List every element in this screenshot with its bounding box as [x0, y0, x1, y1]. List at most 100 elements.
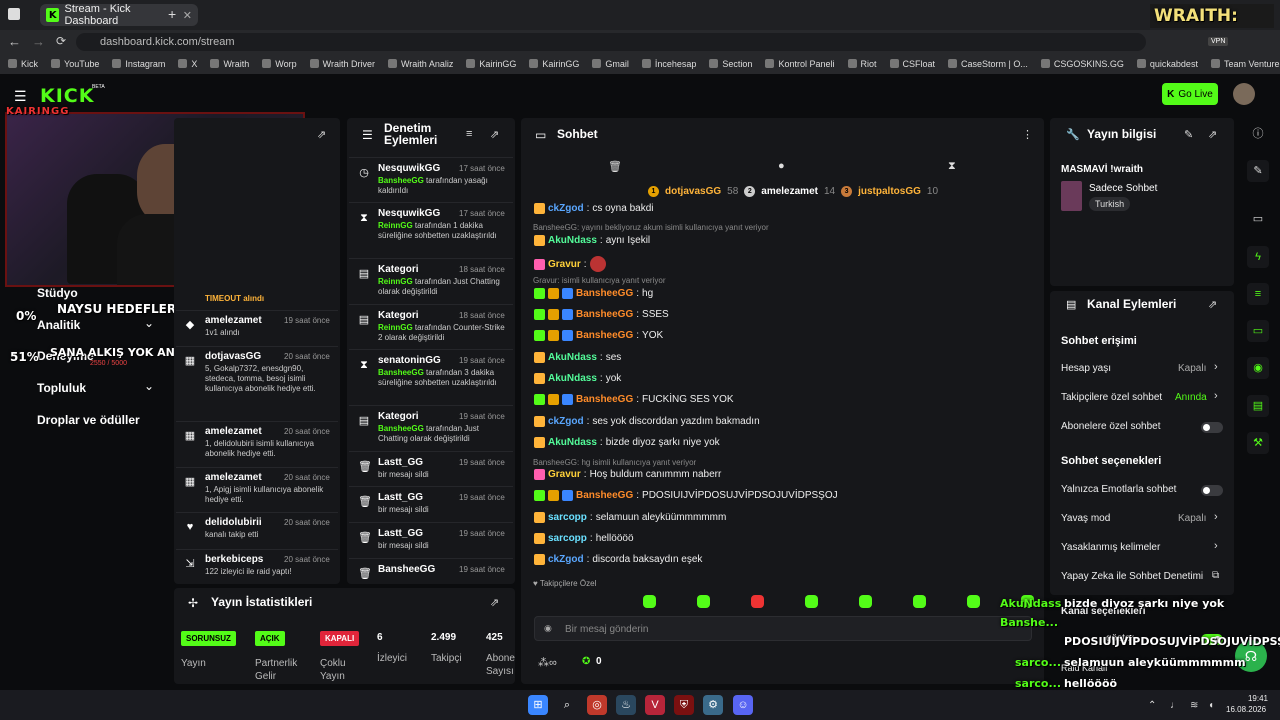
bookmark-item[interactable]: CSFloat — [889, 59, 935, 69]
slow-mode-label[interactable]: Yavaş mod — [1061, 513, 1110, 524]
followers-chat-label[interactable]: Takipçilere özel sohbet — [1061, 392, 1162, 403]
chevron-right-icon[interactable]: › — [1214, 361, 1218, 373]
bookmark-item[interactable]: Kontrol Paneli — [765, 59, 835, 69]
hourglass-icon[interactable]: ⧗ — [948, 160, 956, 173]
chat-message[interactable]: ckZgod: discorda baksaydın eşek — [534, 554, 702, 565]
chevron-down-icon[interactable]: ⌄ — [144, 316, 154, 330]
mod-action-user[interactable]: Lastt_GG — [378, 457, 423, 468]
clock-date[interactable]: 16.08.2026 — [1226, 705, 1266, 714]
bookmark-item[interactable]: Section — [709, 59, 752, 69]
activity-user[interactable]: amelezamet — [205, 472, 262, 483]
broadcast-icon[interactable]: ◉ — [1247, 357, 1269, 379]
popout-icon[interactable]: ⇗ — [490, 596, 499, 609]
chat-username[interactable]: BansheeGG — [576, 309, 633, 320]
volume-icon[interactable]: ◖ — [1208, 700, 1214, 711]
bookmark-item[interactable]: YouTube — [51, 59, 99, 69]
info-icon[interactable]: ⓘ — [1247, 123, 1269, 145]
chat-message[interactable]: sarcopp: hellöööö — [534, 533, 634, 544]
chat-username[interactable]: sarcopp — [548, 512, 587, 523]
mod-action-user[interactable]: Lastt_GG — [378, 528, 423, 539]
clock-time[interactable]: 19:41 — [1240, 694, 1268, 703]
mod-action-user[interactable]: Kategori — [378, 264, 419, 275]
chat-username[interactable]: AkuNdass — [548, 235, 597, 246]
browser-menu-icon[interactable] — [8, 8, 20, 20]
chat-message[interactable]: BansheeGG: FUCKİNG SES YOK — [534, 394, 734, 405]
chat-username[interactable]: sarcopp — [548, 533, 587, 544]
chat-message[interactable]: ckZgod: ses yok discorddan yazdım bakmadı… — [534, 416, 760, 427]
bookmark-item[interactable]: KairinGG — [466, 59, 516, 69]
nav-community[interactable]: Topluluk — [37, 381, 86, 395]
leader2-name[interactable]: amelezamet — [761, 186, 818, 197]
chat-username[interactable]: AkuNdass — [548, 352, 597, 363]
chat-username[interactable]: Gravur — [548, 259, 581, 270]
account-age-value[interactable]: Kapalı — [1178, 363, 1206, 374]
nav-studio[interactable]: Stüdyo — [37, 286, 78, 300]
moderator-name[interactable]: BansheeGG — [378, 176, 424, 185]
chat-username[interactable]: ckZgod — [548, 203, 584, 214]
chat-username[interactable]: ckZgod — [548, 416, 584, 427]
chat-username[interactable]: BansheeGG — [576, 490, 633, 501]
moderator-name[interactable]: ReinnGG — [378, 277, 413, 286]
more-options-icon[interactable]: ⋮ — [1022, 128, 1033, 141]
emote-icon[interactable] — [751, 595, 764, 608]
popout-icon[interactable]: ⇗ — [1208, 128, 1217, 141]
slow-mode-value[interactable]: Kapalı — [1178, 513, 1206, 524]
url-field[interactable]: dashboard.kick.com/stream — [76, 33, 1146, 51]
edit-icon[interactable]: ✎ — [1184, 128, 1193, 141]
settings-icon[interactable]: ⚙ — [703, 695, 723, 715]
chat-username[interactable]: BansheeGG — [576, 288, 633, 299]
emote-icon[interactable] — [913, 595, 926, 608]
chat-message[interactable]: BansheeGG: hg — [534, 288, 653, 299]
category-name[interactable]: Sadece Sohbet — [1089, 183, 1157, 194]
chat-message[interactable]: AkuNdass: bizde diyoz şarkı niye yok — [534, 437, 720, 448]
moderator-name[interactable]: BansheeGG — [378, 424, 424, 433]
external-link-icon[interactable]: ⧉ — [1212, 570, 1219, 581]
account-age-label[interactable]: Hesap yaşı — [1061, 363, 1111, 374]
steam-icon[interactable]: ♨ — [616, 695, 636, 715]
banned-words-label[interactable]: Yasaklanmış kelimeler — [1061, 542, 1160, 553]
bolt-icon[interactable]: ϟ — [1247, 246, 1269, 268]
mod-action-user[interactable]: senatoninGG — [378, 355, 441, 366]
filter-icon[interactable]: ≡ — [466, 128, 472, 140]
emote-icon[interactable] — [859, 595, 872, 608]
channel-points-icon[interactable]: ⁂∞ — [538, 656, 557, 669]
new-tab-button[interactable]: + — [168, 6, 176, 22]
list-icon[interactable]: ≡ — [1247, 283, 1269, 305]
chrome-icon[interactable]: ◎ — [587, 695, 607, 715]
mod-action-user[interactable]: BansheeGG — [378, 564, 435, 575]
chevron-right-icon[interactable]: › — [1214, 540, 1218, 552]
mod-action-user[interactable]: NesquwikGG — [378, 163, 440, 174]
vanguard-icon[interactable]: ⛨ — [674, 695, 694, 715]
bookmark-item[interactable]: Worp — [262, 59, 297, 69]
mod-action-user[interactable]: Kategori — [378, 411, 419, 422]
bookmark-item[interactable]: CSGOSKINS.GG — [1040, 59, 1124, 69]
subs-chat-toggle[interactable] — [1201, 422, 1223, 433]
bookmark-item[interactable]: Kick — [8, 59, 38, 69]
emote-icon[interactable] — [967, 595, 980, 608]
activity-user[interactable]: dotjavasGG — [205, 351, 261, 362]
mod-action-user[interactable]: Kategori — [378, 310, 419, 321]
valorant-icon[interactable]: V — [645, 695, 665, 715]
chat-message[interactable]: BansheeGG: SSES — [534, 309, 669, 320]
message-icon[interactable]: ● — [778, 160, 785, 172]
back-icon[interactable]: ← — [8, 34, 21, 49]
windows-start-icon[interactable]: ⊞ — [528, 695, 548, 715]
kick-logo[interactable]: KICK — [40, 85, 94, 107]
chat-username[interactable]: AkuNdass — [548, 437, 597, 448]
bookmark-item[interactable]: X — [178, 59, 197, 69]
stack-icon[interactable]: ▤ — [1247, 395, 1269, 417]
chat-message[interactable]: AkuNdass: aynı Işekil — [534, 235, 650, 246]
emote-picker-icon[interactable]: ◉ — [544, 623, 552, 634]
tray-chevron-icon[interactable]: ⌃ — [1148, 700, 1156, 711]
chat-message[interactable]: ckZgod: cs oyna bakdi — [534, 203, 654, 214]
followers-chat-value[interactable]: Anında — [1175, 392, 1207, 403]
activity-user[interactable]: amelezamet — [205, 426, 262, 437]
popout-icon[interactable]: ⇗ — [317, 128, 326, 141]
chat-username[interactable]: AkuNdass — [548, 373, 597, 384]
emotes-only-toggle[interactable] — [1201, 485, 1223, 496]
bookmark-item[interactable]: Wraith — [210, 59, 249, 69]
nav-analytics[interactable]: Analitik — [37, 318, 80, 332]
trash-icon[interactable]: 🗑 — [608, 160, 622, 173]
mic-icon[interactable]: ♩ — [1170, 700, 1180, 711]
chat-username[interactable]: BansheeGG — [576, 330, 633, 341]
